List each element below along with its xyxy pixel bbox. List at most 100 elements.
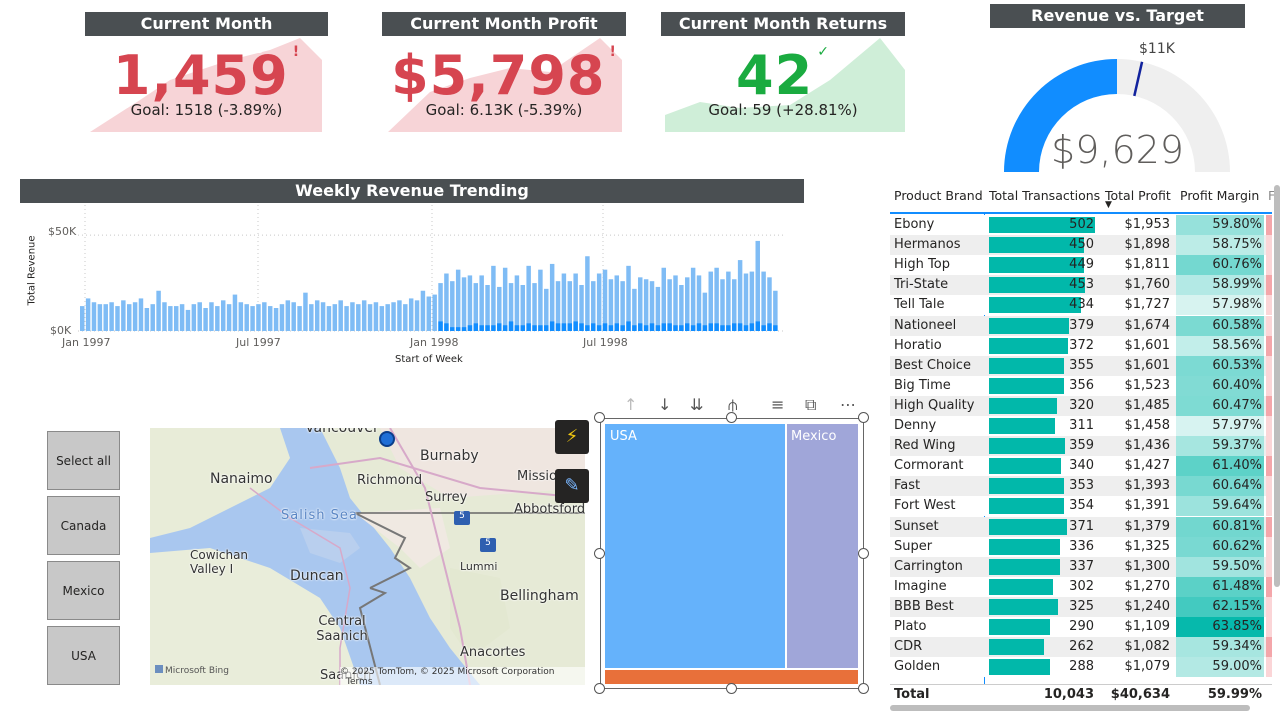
brand-cell: Nationeel (894, 317, 957, 333)
table-row[interactable]: Horatio 372 $1,601 58.56% (890, 335, 1272, 356)
table-row[interactable]: Tell Tale 434 $1,727 57.98% (890, 295, 1272, 316)
trend-bar (144, 308, 150, 331)
trend-bar (197, 302, 202, 331)
transactions-databar (989, 478, 1064, 495)
trend-bar (238, 302, 244, 331)
profit-cell: $1,953 (1124, 217, 1171, 232)
trend-bar (262, 302, 267, 331)
trend-bar-highlight (561, 323, 567, 331)
table-row[interactable]: Denny 311 $1,458 57.97% (890, 416, 1272, 436)
trend-bar (426, 296, 432, 331)
bing-logo-text: Microsoft Bing (165, 666, 229, 676)
resize-handle[interactable] (594, 548, 605, 559)
resize-handle[interactable] (858, 683, 869, 694)
trend-bar (220, 300, 226, 331)
profit-cell: $1,379 (1124, 518, 1171, 534)
transactions-databar (989, 418, 1055, 434)
slicer-canada-button[interactable]: Canada (47, 496, 120, 555)
table-row[interactable]: Hermanos 450 $1,898 58.75% (890, 235, 1272, 256)
resize-handle[interactable] (726, 683, 737, 694)
resize-handle[interactable] (726, 412, 737, 423)
resize-handle[interactable] (594, 683, 605, 694)
treemap-usa[interactable]: USA (605, 424, 785, 668)
table-row[interactable]: Big Time 356 $1,523 60.40% (890, 375, 1272, 396)
table-row[interactable]: Super 336 $1,325 60.62% (890, 536, 1272, 557)
trend-bar (209, 302, 214, 331)
trend-chart[interactable] (78, 205, 783, 335)
trend-bar (132, 302, 138, 331)
transactions-cell: 450 (1069, 237, 1094, 253)
more-options-icon[interactable]: ⋯ (840, 395, 856, 414)
trend-bar-highlight (438, 321, 443, 331)
table-row[interactable]: Sunset 371 $1,379 60.81% (890, 516, 1272, 537)
trend-bar (755, 240, 760, 331)
trend-bar (244, 304, 249, 331)
table-row[interactable]: Golden 288 $1,079 59.00% (890, 657, 1272, 678)
brand-table[interactable]: Product Brand Total Transactions Total P… (890, 180, 1275, 710)
trend-bar (185, 309, 191, 331)
terms-link[interactable]: Terms (346, 677, 373, 685)
table-row[interactable]: Nationeel 379 $1,674 60.58% (890, 315, 1272, 336)
table-row[interactable]: Plato 290 $1,109 63.85% (890, 617, 1272, 637)
brand-cell: Carrington (894, 558, 963, 574)
trend-bar (608, 279, 614, 331)
trend-bar-highlight (761, 325, 766, 331)
trend-bar-highlight (608, 325, 614, 331)
treemap-canada[interactable] (605, 670, 858, 684)
focus-mode-icon[interactable]: ⧉ (805, 395, 816, 415)
trend-bar (285, 300, 291, 331)
transactions-cell: 379 (1069, 317, 1094, 333)
resize-handle[interactable] (858, 548, 869, 559)
slicer-select-all-button[interactable]: Select all (47, 431, 120, 490)
trend-bar (408, 298, 414, 331)
kpi-value-text: 42 (736, 44, 814, 107)
resize-handle[interactable] (594, 412, 605, 423)
table-row[interactable]: Fort West 354 $1,391 59.64% (890, 496, 1272, 517)
table-vertical-scrollbar[interactable] (1274, 185, 1280, 587)
table-row[interactable]: Tri-State 453 $1,760 58.99% (890, 275, 1272, 296)
trend-bar (538, 269, 543, 331)
smart-narrative-icon[interactable]: ⚡ (555, 420, 589, 454)
trend-bar (585, 256, 590, 331)
table-row[interactable]: Fast 353 $1,393 60.64% (890, 476, 1272, 497)
trend-bar (502, 267, 508, 331)
table-row[interactable]: Ebony 502 $1,953 59.80% (890, 215, 1272, 235)
slicer-usa-button[interactable]: USA (47, 626, 120, 685)
trend-bar (85, 298, 91, 331)
map-location-marker[interactable] (379, 431, 395, 447)
table-row[interactable]: Imagine 302 $1,270 61.48% (890, 576, 1272, 597)
table-horizontal-scrollbar[interactable] (890, 705, 1250, 711)
treemap-mexico[interactable]: Mexico (787, 424, 858, 668)
trend-bar (549, 263, 555, 331)
col-header-total-transactions[interactable]: Total Transactions (989, 188, 1100, 203)
table-row[interactable]: CDR 262 $1,082 59.34% (890, 637, 1272, 658)
table-row[interactable]: Red Wing 359 $1,436 59.37% (890, 436, 1272, 457)
col-header-profit-margin[interactable]: Profit Margin (1180, 188, 1259, 203)
transactions-cell: 354 (1069, 498, 1094, 514)
table-row[interactable]: High Top 449 $1,811 60.76% (890, 255, 1272, 276)
table-row[interactable]: Carrington 337 $1,300 59.50% (890, 556, 1272, 577)
drill-down-icon[interactable]: ↓ (658, 395, 671, 414)
trend-bar-highlight (685, 323, 690, 331)
col-header-total-profit[interactable]: Total Profit (1105, 188, 1171, 203)
trend-bar (432, 294, 437, 331)
map-label-cowichan: Cowichan Valley I (190, 548, 249, 576)
filter-icon[interactable]: ≡ (771, 395, 784, 414)
slicer-mexico-button[interactable]: Mexico (47, 561, 120, 620)
table-row[interactable]: Best Choice 355 $1,601 60.53% (890, 355, 1272, 376)
kpi-goal: Goal: 59 (+28.81%) (708, 101, 858, 119)
format-brush-icon[interactable]: ✎ (555, 469, 589, 503)
map-visual[interactable]: Vancouver Burnaby Nanaimo Richmond Surre… (150, 428, 585, 685)
header-divider (890, 212, 1272, 214)
resize-handle[interactable] (858, 412, 869, 423)
table-row[interactable]: BBB Best 325 $1,240 62.15% (890, 596, 1272, 617)
table-row[interactable]: Cormorant 340 $1,427 61.40% (890, 456, 1272, 477)
table-row[interactable]: High Quality 320 $1,485 60.47% (890, 395, 1272, 416)
expand-next-level-icon[interactable]: ⇊ (690, 395, 703, 414)
transactions-cell: 340 (1069, 458, 1094, 474)
total-label: Total (894, 687, 930, 702)
trend-bar-highlight (743, 325, 749, 331)
col-header-product-brand[interactable]: Product Brand (894, 188, 983, 203)
drill-up-icon[interactable]: ↑ (624, 395, 637, 414)
sort-desc-icon: ▼ (1105, 200, 1112, 210)
